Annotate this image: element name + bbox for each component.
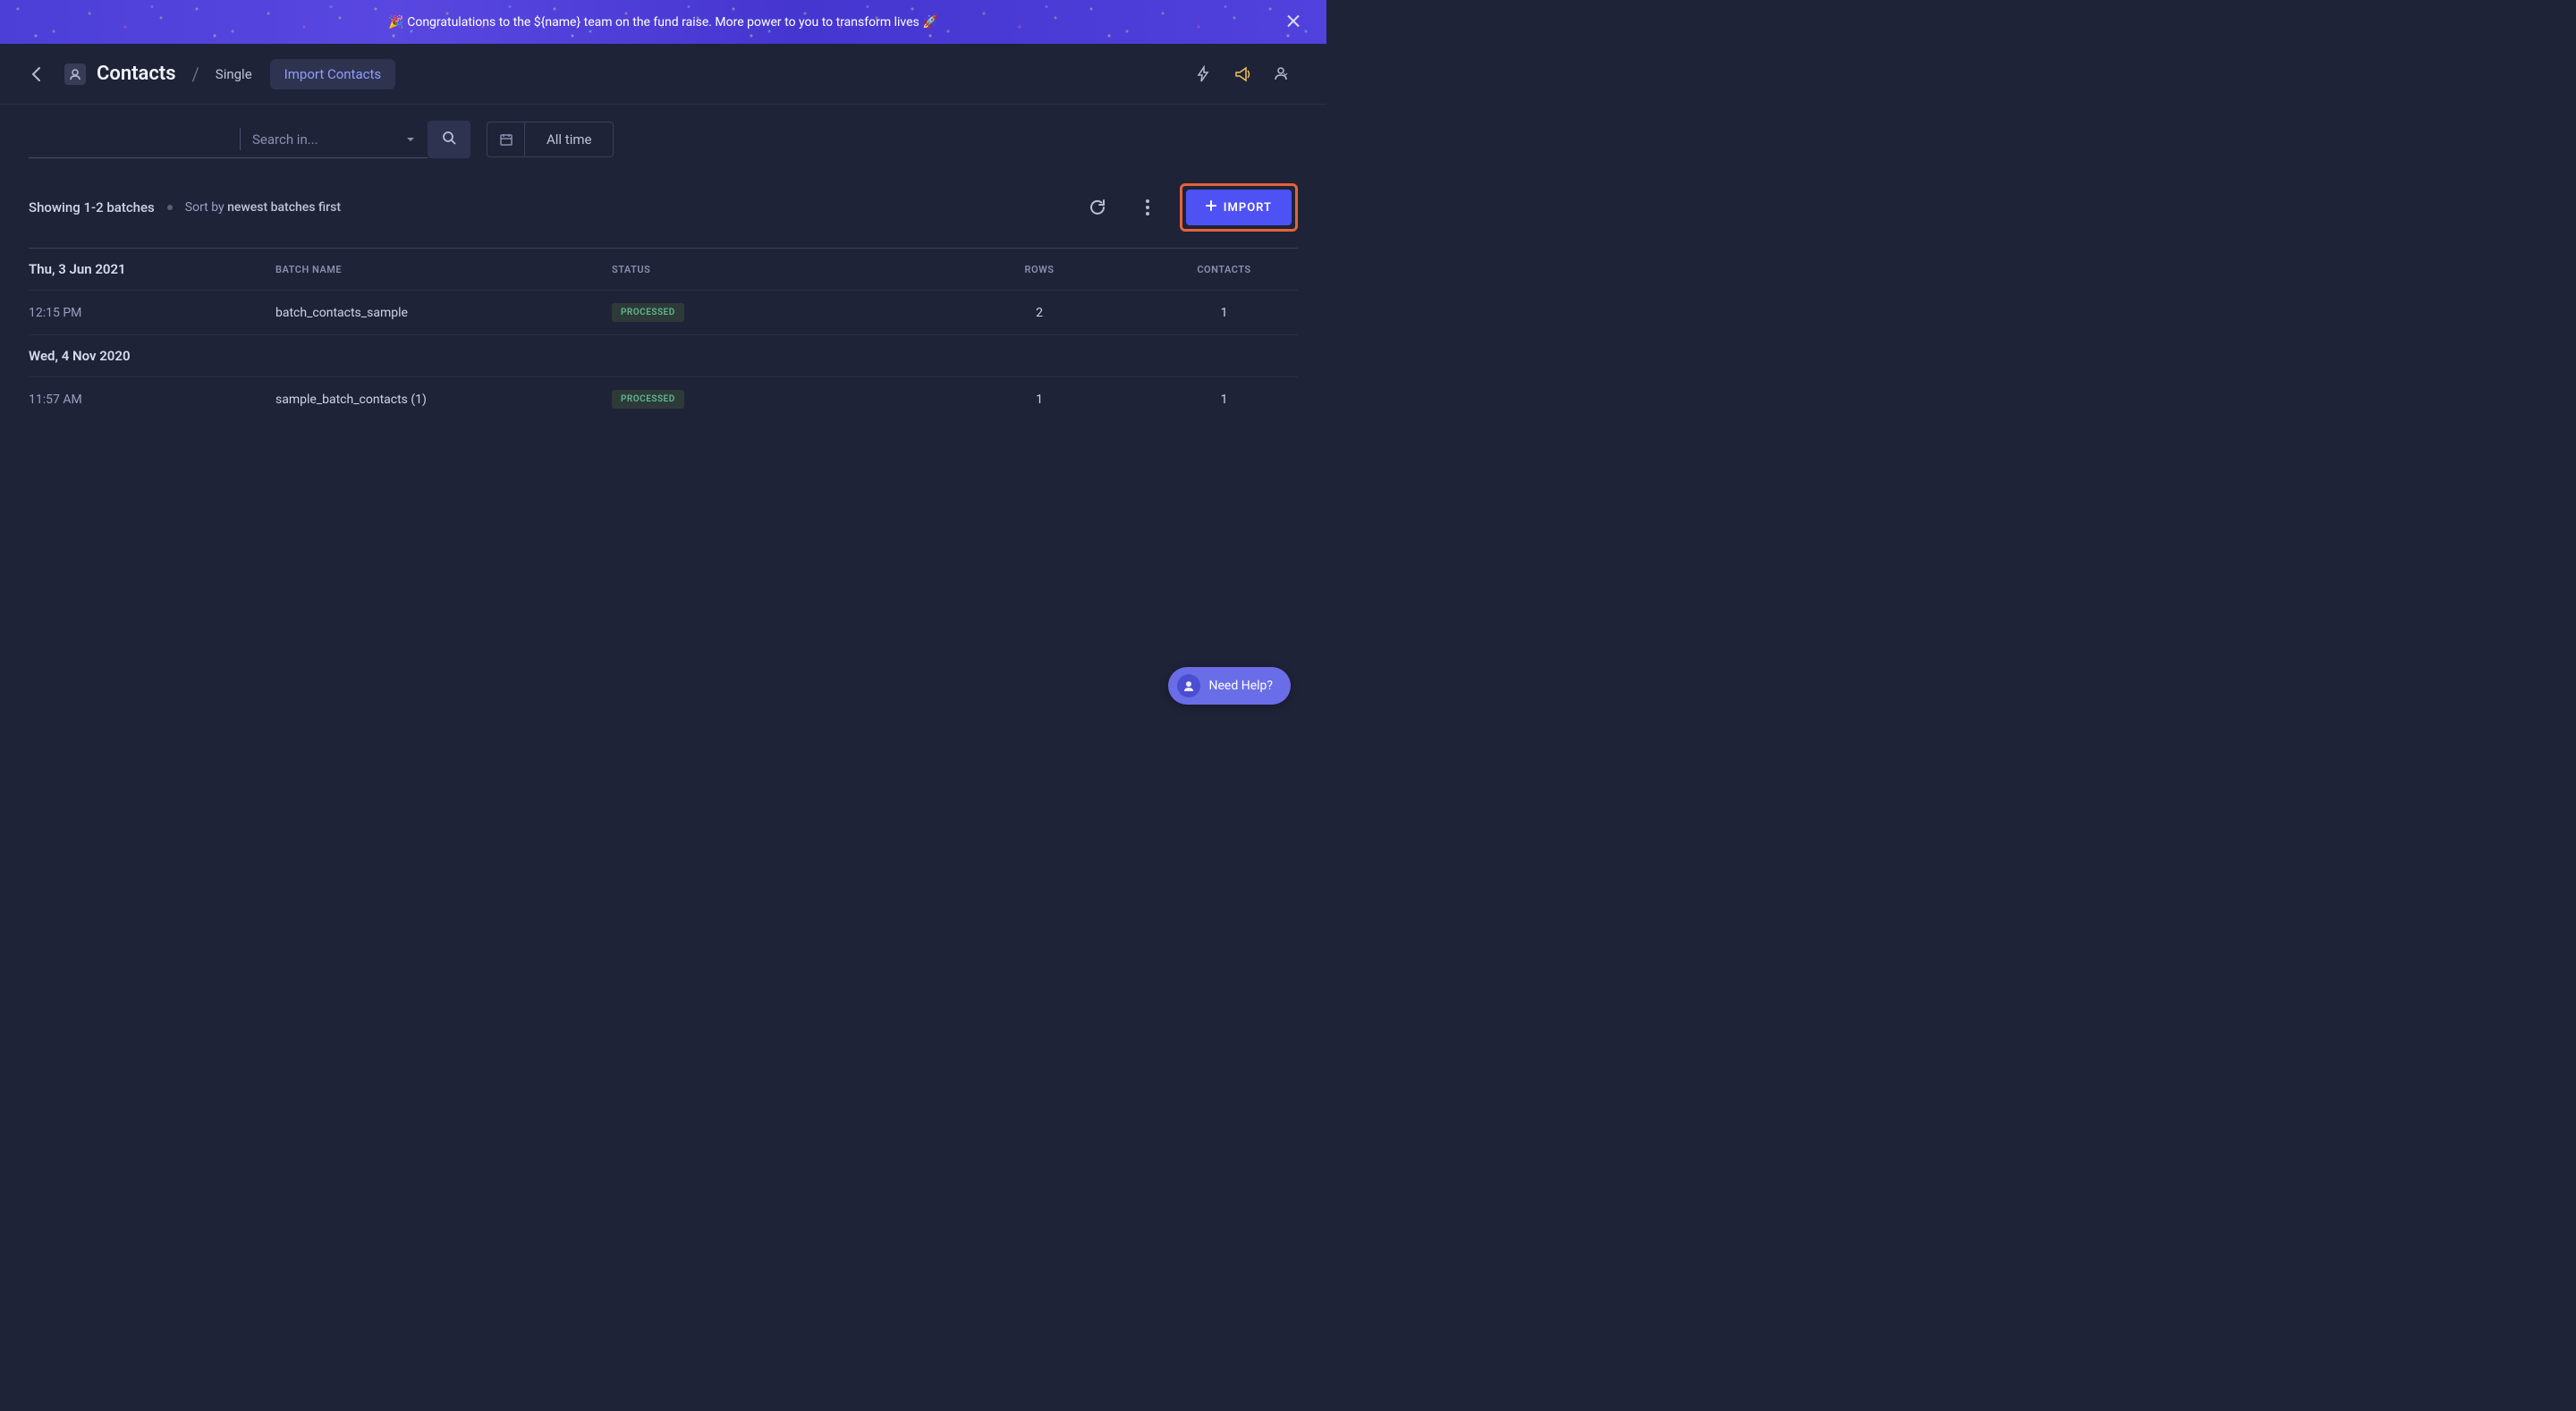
banner-text: 🎉 Congratulations to the ${name} team on… bbox=[388, 15, 937, 30]
filter-bar: Search in... All time bbox=[0, 105, 1326, 174]
search-group: Search in... bbox=[29, 121, 470, 158]
import-button-label: IMPORT bbox=[1224, 201, 1272, 215]
chevron-down-icon bbox=[406, 131, 415, 148]
col-header-rows: ROWS bbox=[928, 249, 1150, 291]
row-status: PROCESSED bbox=[612, 377, 928, 422]
row-time: 11:57 AM bbox=[29, 377, 275, 422]
row-batch-name: batch_contacts_sample bbox=[275, 291, 612, 335]
showing-count: Showing 1-2 batches bbox=[29, 199, 155, 215]
group-date: Thu, 3 Jun 2021 bbox=[29, 249, 275, 291]
tab-single[interactable]: Single bbox=[216, 66, 252, 82]
tab-import-contacts[interactable]: Import Contacts bbox=[270, 59, 395, 89]
row-contacts-count: 1 bbox=[1150, 291, 1298, 335]
dot-separator bbox=[167, 205, 173, 210]
contacts-icon bbox=[64, 63, 86, 85]
group-date: Wed, 4 Nov 2020 bbox=[29, 335, 275, 377]
date-range-picker[interactable]: All time bbox=[487, 122, 614, 157]
row-rows-count: 1 bbox=[928, 377, 1150, 422]
search-scope-dropdown[interactable]: Search in... bbox=[240, 121, 428, 158]
status-badge: PROCESSED bbox=[612, 390, 684, 409]
row-contacts-count: 1 bbox=[1150, 377, 1298, 422]
table-row[interactable]: 12:15 PMbatch_contacts_samplePROCESSED 21 bbox=[29, 291, 1298, 335]
help-avatar-icon bbox=[1177, 674, 1200, 697]
import-button[interactable]: IMPORT bbox=[1186, 190, 1292, 225]
table-row[interactable]: 11:57 AMsample_batch_contacts (1)PROCESS… bbox=[29, 377, 1298, 422]
status-badge: PROCESSED bbox=[612, 303, 684, 322]
page-header: Contacts / Single Import Contacts bbox=[0, 44, 1326, 105]
sort-control[interactable]: Sort by newest batches first bbox=[185, 200, 341, 215]
col-header-contacts: CONTACTS bbox=[1150, 249, 1298, 291]
page-title[interactable]: Contacts bbox=[97, 63, 176, 85]
row-time: 12:15 PM bbox=[29, 291, 275, 335]
date-range-label: All time bbox=[525, 123, 613, 156]
announcement-icon[interactable] bbox=[1226, 58, 1258, 90]
more-options-button[interactable] bbox=[1130, 190, 1165, 225]
user-menu-icon[interactable] bbox=[1266, 58, 1298, 90]
table-group-header: Thu, 3 Jun 2021BATCH NAMESTATUSROWSCONTA… bbox=[29, 249, 1298, 291]
search-input[interactable] bbox=[29, 121, 240, 158]
search-icon bbox=[442, 131, 456, 148]
breadcrumb-separator: / bbox=[192, 63, 199, 85]
import-button-highlight: IMPORT bbox=[1180, 183, 1298, 232]
col-header-batch-name: BATCH NAME bbox=[275, 249, 612, 291]
batches-toolbar: Showing 1-2 batches Sort by newest batch… bbox=[0, 174, 1326, 248]
help-widget[interactable]: Need Help? bbox=[1168, 667, 1292, 705]
search-placeholder: Search in... bbox=[252, 131, 318, 148]
back-arrow-icon[interactable] bbox=[29, 65, 47, 83]
lightning-icon[interactable] bbox=[1187, 58, 1219, 90]
batches-table: Thu, 3 Jun 2021BATCH NAMESTATUSROWSCONTA… bbox=[0, 248, 1326, 421]
plus-icon bbox=[1206, 200, 1216, 215]
row-rows-count: 2 bbox=[928, 291, 1150, 335]
col-header-status: STATUS bbox=[612, 249, 928, 291]
calendar-icon bbox=[487, 123, 525, 156]
row-status: PROCESSED bbox=[612, 291, 928, 335]
announcement-banner: 🎉 Congratulations to the ${name} team on… bbox=[0, 0, 1326, 44]
row-batch-name: sample_batch_contacts (1) bbox=[275, 377, 612, 422]
help-label: Need Help? bbox=[1209, 679, 1274, 693]
refresh-button[interactable] bbox=[1080, 190, 1115, 225]
search-button[interactable] bbox=[428, 121, 470, 158]
table-group-header: Wed, 4 Nov 2020 bbox=[29, 335, 1298, 377]
close-icon[interactable] bbox=[1287, 13, 1300, 31]
